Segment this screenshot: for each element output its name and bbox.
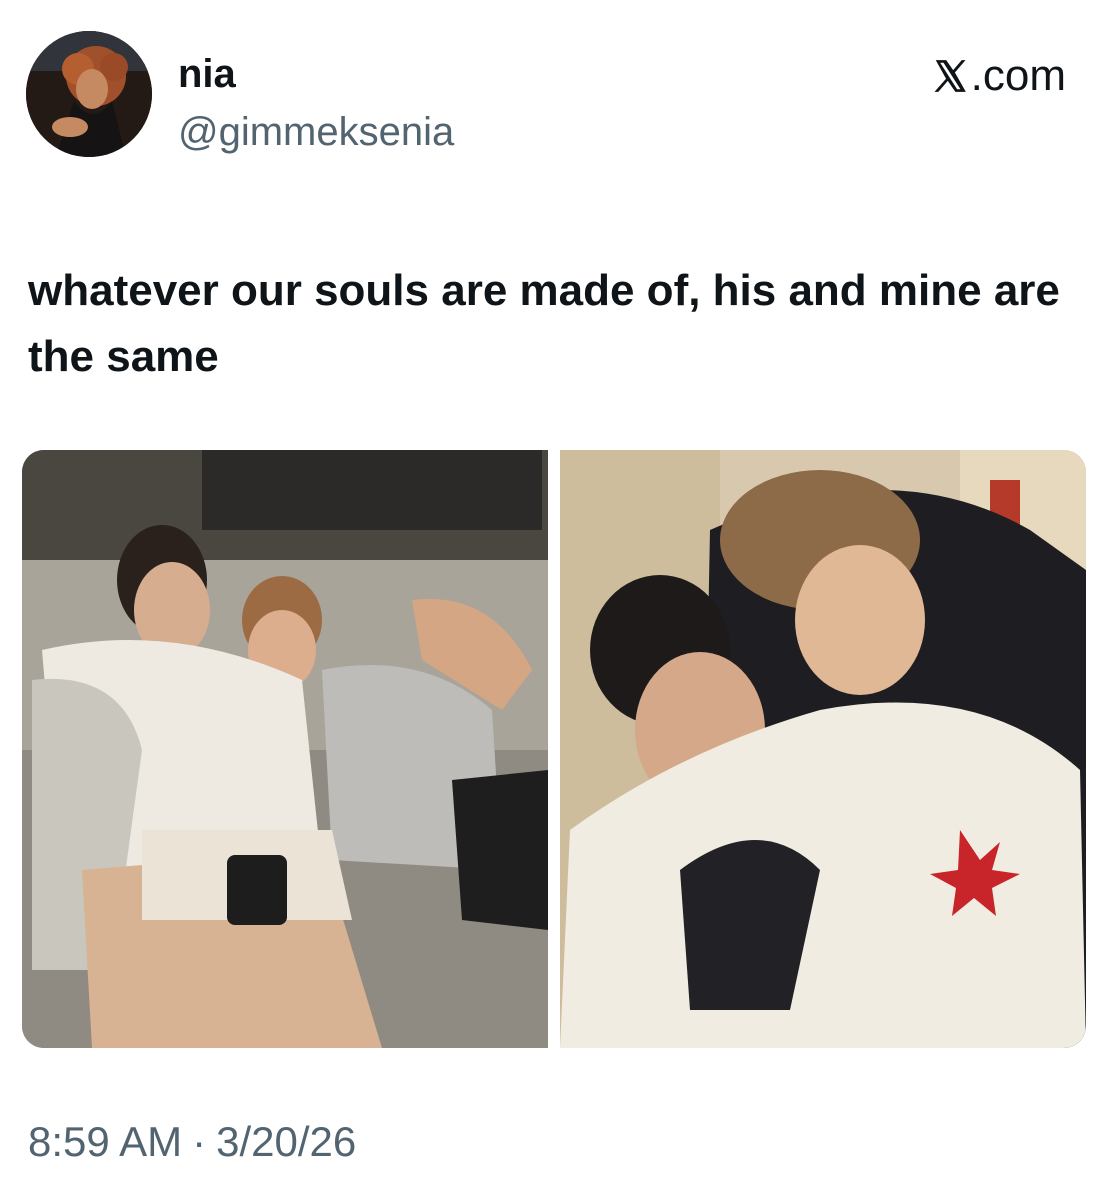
photo-hug-image [560, 450, 1086, 1048]
avatar-photo [26, 31, 152, 157]
tweet-time: 8:59 AM [28, 1118, 183, 1165]
tweet-timestamp[interactable]: 8:59 AM · 3/20/26 [28, 1118, 356, 1166]
brand-text: .com [970, 51, 1066, 100]
display-name[interactable]: nia [178, 52, 236, 96]
brand-link[interactable]: .com [931, 52, 1066, 100]
photo-couch-image [22, 450, 548, 1048]
user-handle[interactable]: @gimmeksenia [178, 110, 454, 154]
photo-couch[interactable] [22, 450, 548, 1048]
x-logo-icon [934, 60, 966, 92]
photo-hug[interactable] [560, 450, 1086, 1048]
media-grid [22, 450, 1086, 1048]
profile-avatar[interactable] [26, 31, 152, 157]
tweet-date: 3/20/26 [216, 1118, 357, 1165]
tweet-text: whatever our souls are made of, his and … [28, 266, 1060, 381]
timestamp-separator: · [192, 1118, 207, 1165]
tweet-screenshot: nia @gimmeksenia .com whatever our souls… [0, 0, 1108, 1199]
